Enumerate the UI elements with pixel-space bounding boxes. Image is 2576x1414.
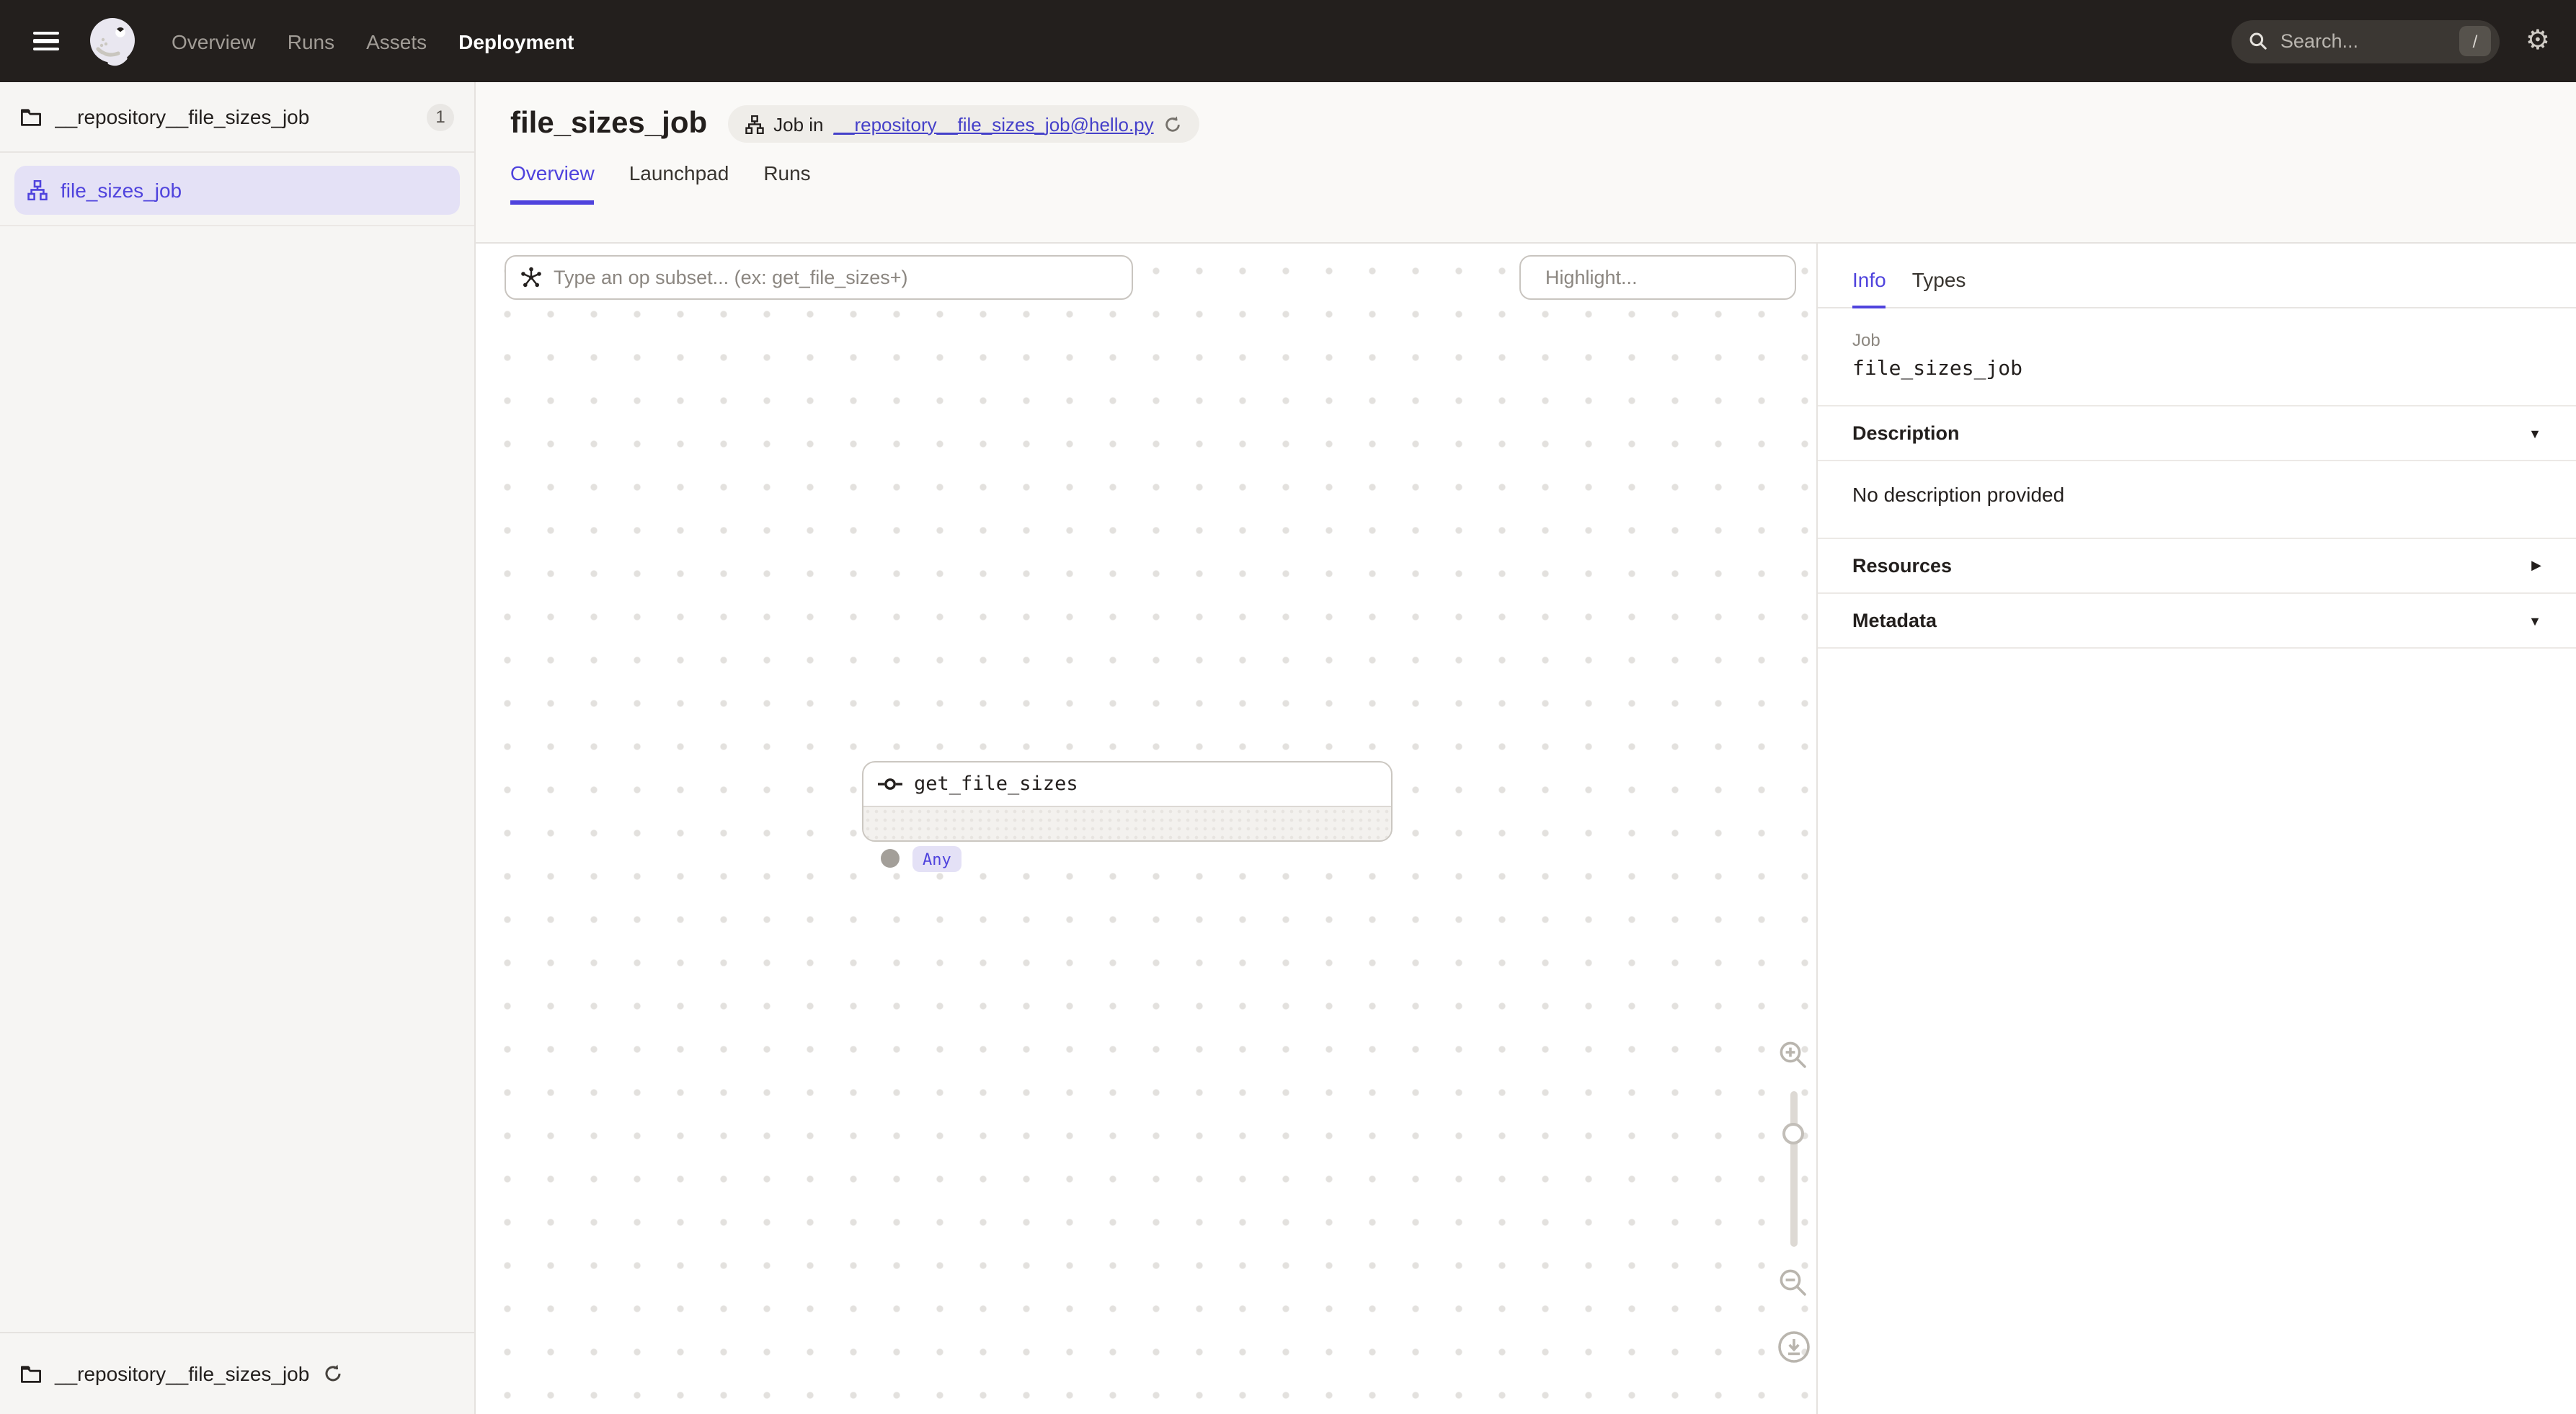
folder-icon <box>20 1364 42 1383</box>
panel-job-block: Job file_sizes_job <box>1818 308 2576 406</box>
section-resources-title: Resources <box>1852 555 1952 577</box>
sidebar: __repository__file_sizes_job 1 file_size… <box>0 82 476 1414</box>
top-nav: Overview Runs Assets Deployment Search..… <box>0 0 2576 82</box>
section-metadata[interactable]: Metadata ▼ <box>1818 594 2576 649</box>
panel-job-label: Job <box>1852 330 2541 350</box>
top-nav-right: Search... / ⚙ <box>2231 19 2550 63</box>
search-icon <box>2249 32 2268 50</box>
op-subset-input[interactable] <box>554 267 1117 288</box>
panel-tab-types[interactable]: Types <box>1912 244 1966 308</box>
panel-tab-info[interactable]: Info <box>1852 244 1886 308</box>
search-placeholder: Search... <box>2280 30 2446 52</box>
nav-overview[interactable]: Overview <box>172 30 256 53</box>
zoom-slider[interactable] <box>1790 1091 1797 1247</box>
zoom-slider-handle[interactable] <box>1782 1123 1804 1144</box>
job-context-prefix: Job in <box>773 113 823 135</box>
global-search[interactable]: Search... / <box>2231 19 2500 63</box>
reload-icon[interactable] <box>322 1364 342 1384</box>
job-tabs: Overview Launchpad Runs <box>510 161 2576 205</box>
main-header: file_sizes_job Job in __repository__file… <box>476 82 2576 244</box>
sidebar-item-file-sizes-job[interactable]: file_sizes_job <box>14 166 460 215</box>
section-description-body: No description provided <box>1818 461 2576 539</box>
nav-runs[interactable]: Runs <box>288 30 334 53</box>
panel-job-name: file_sizes_job <box>1852 357 2541 381</box>
sidebar-footer: __repository__file_sizes_job <box>0 1332 474 1414</box>
repo-count-badge: 1 <box>427 103 454 130</box>
nav-assets[interactable]: Assets <box>366 30 427 53</box>
folder-icon <box>20 107 42 126</box>
highlight-input-wrap <box>1519 255 1796 300</box>
op-node-body <box>863 806 1391 840</box>
sidebar-repo-row[interactable]: __repository__file_sizes_job 1 <box>0 82 474 153</box>
op-node-get-file-sizes[interactable]: get_file_sizes <box>862 761 1393 842</box>
dagster-logo[interactable] <box>82 11 143 71</box>
zoom-controls <box>1776 1039 1811 1364</box>
op-icon <box>878 777 902 791</box>
search-shortcut-key: / <box>2459 26 2491 56</box>
section-metadata-title: Metadata <box>1852 610 1937 631</box>
sidebar-repo-name: __repository__file_sizes_job <box>55 105 414 128</box>
op-subset-input-wrap <box>505 255 1133 300</box>
dagster-app: Overview Runs Assets Deployment Search..… <box>0 0 2576 1414</box>
job-graph-icon <box>745 115 763 133</box>
menu-icon[interactable] <box>33 31 59 51</box>
output-port[interactable] <box>881 849 900 868</box>
op-selector-icon <box>520 267 542 288</box>
op-node-label: get_file_sizes <box>914 773 1078 796</box>
tab-overview[interactable]: Overview <box>510 161 595 205</box>
chevron-right-icon: ▶ <box>2531 558 2541 574</box>
main: file_sizes_job Job in __repository__file… <box>476 82 2576 1414</box>
zoom-in-icon[interactable] <box>1777 1039 1809 1071</box>
sidebar-footer-repo-name: __repository__file_sizes_job <box>55 1362 309 1385</box>
chevron-down-icon: ▼ <box>2528 613 2541 628</box>
zoom-out-icon[interactable] <box>1777 1267 1809 1299</box>
panel-tabs: Info Types <box>1818 244 2576 308</box>
section-description-title: Description <box>1852 422 1960 444</box>
nav-links: Overview Runs Assets Deployment <box>172 30 574 53</box>
repo-link[interactable]: __repository__file_sizes_job@hello.py <box>834 113 1154 135</box>
section-resources[interactable]: Resources ▶ <box>1818 539 2576 594</box>
section-description[interactable]: Description ▼ <box>1818 406 2576 461</box>
output-type-badge[interactable]: Any <box>912 846 961 872</box>
gear-icon[interactable]: ⚙ <box>2526 27 2550 55</box>
page-title: file_sizes_job <box>510 107 707 141</box>
sidebar-job-list: file_sizes_job <box>0 153 474 226</box>
sidebar-spacer <box>0 226 474 1332</box>
tab-launchpad[interactable]: Launchpad <box>629 161 729 205</box>
content: __repository__file_sizes_job 1 file_size… <box>0 82 2576 1414</box>
nav-deployment[interactable]: Deployment <box>458 30 574 53</box>
chevron-down-icon: ▼ <box>2528 426 2541 440</box>
download-view-icon[interactable] <box>1777 1330 1810 1364</box>
reload-icon[interactable] <box>1164 115 1183 133</box>
sidebar-item-label: file_sizes_job <box>61 179 182 202</box>
op-graph-canvas[interactable]: get_file_sizes Any <box>476 244 1816 1414</box>
job-graph-icon <box>27 180 48 200</box>
job-context-pill: Job in __repository__file_sizes_job@hell… <box>727 105 1200 143</box>
info-panel: Info Types Job file_sizes_job Descriptio… <box>1816 244 2576 1414</box>
tab-runs[interactable]: Runs <box>763 161 810 205</box>
highlight-input[interactable] <box>1545 267 1800 288</box>
